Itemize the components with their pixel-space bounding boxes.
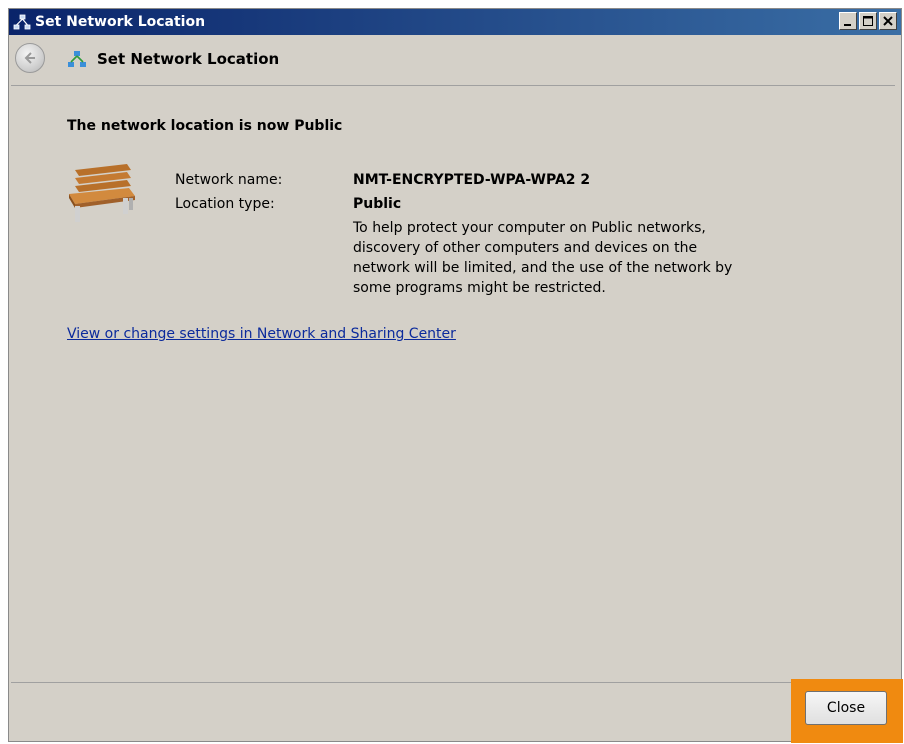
close-window-button[interactable]: [879, 12, 897, 30]
back-arrow-icon: [24, 52, 35, 64]
title-bar[interactable]: Set Network Location: [9, 9, 901, 35]
minimize-icon: [844, 24, 851, 26]
back-button[interactable]: [15, 43, 45, 73]
location-description: To help protect your computer on Public …: [353, 218, 793, 298]
network-icon: [67, 49, 87, 69]
close-button[interactable]: Close: [805, 691, 887, 725]
minimize-button[interactable]: [839, 12, 857, 30]
description-line: discovery of other computers and devices…: [353, 240, 698, 256]
window-controls: [839, 12, 897, 32]
wizard-header: Set Network Location: [9, 35, 901, 79]
window-title: Set Network Location: [35, 14, 206, 30]
network-name-value: NMT-ENCRYPTED-WPA-WPA2 2: [353, 172, 591, 188]
maximize-icon: [863, 16, 873, 26]
network-name-label: Network name:: [175, 172, 283, 188]
bench-icon: [65, 162, 139, 224]
description-line: To help protect your computer on Public …: [353, 220, 706, 236]
status-heading: The network location is now Public: [67, 118, 343, 134]
close-icon: [883, 16, 893, 26]
description-line: network will be limited, and the use of …: [353, 260, 733, 276]
set-network-location-window: Set Network Location Set Network Locatio…: [8, 8, 903, 743]
page-title: Set Network Location: [97, 50, 280, 68]
maximize-button[interactable]: [859, 12, 877, 30]
content-panel: The network location is now Public Netwo…: [11, 85, 895, 683]
location-type-label: Location type:: [175, 196, 275, 212]
network-icon: [13, 13, 31, 31]
location-type-value: Public: [353, 196, 402, 212]
network-sharing-center-link[interactable]: View or change settings in Network and S…: [67, 326, 456, 342]
description-line: some programs might be restricted.: [353, 280, 606, 296]
